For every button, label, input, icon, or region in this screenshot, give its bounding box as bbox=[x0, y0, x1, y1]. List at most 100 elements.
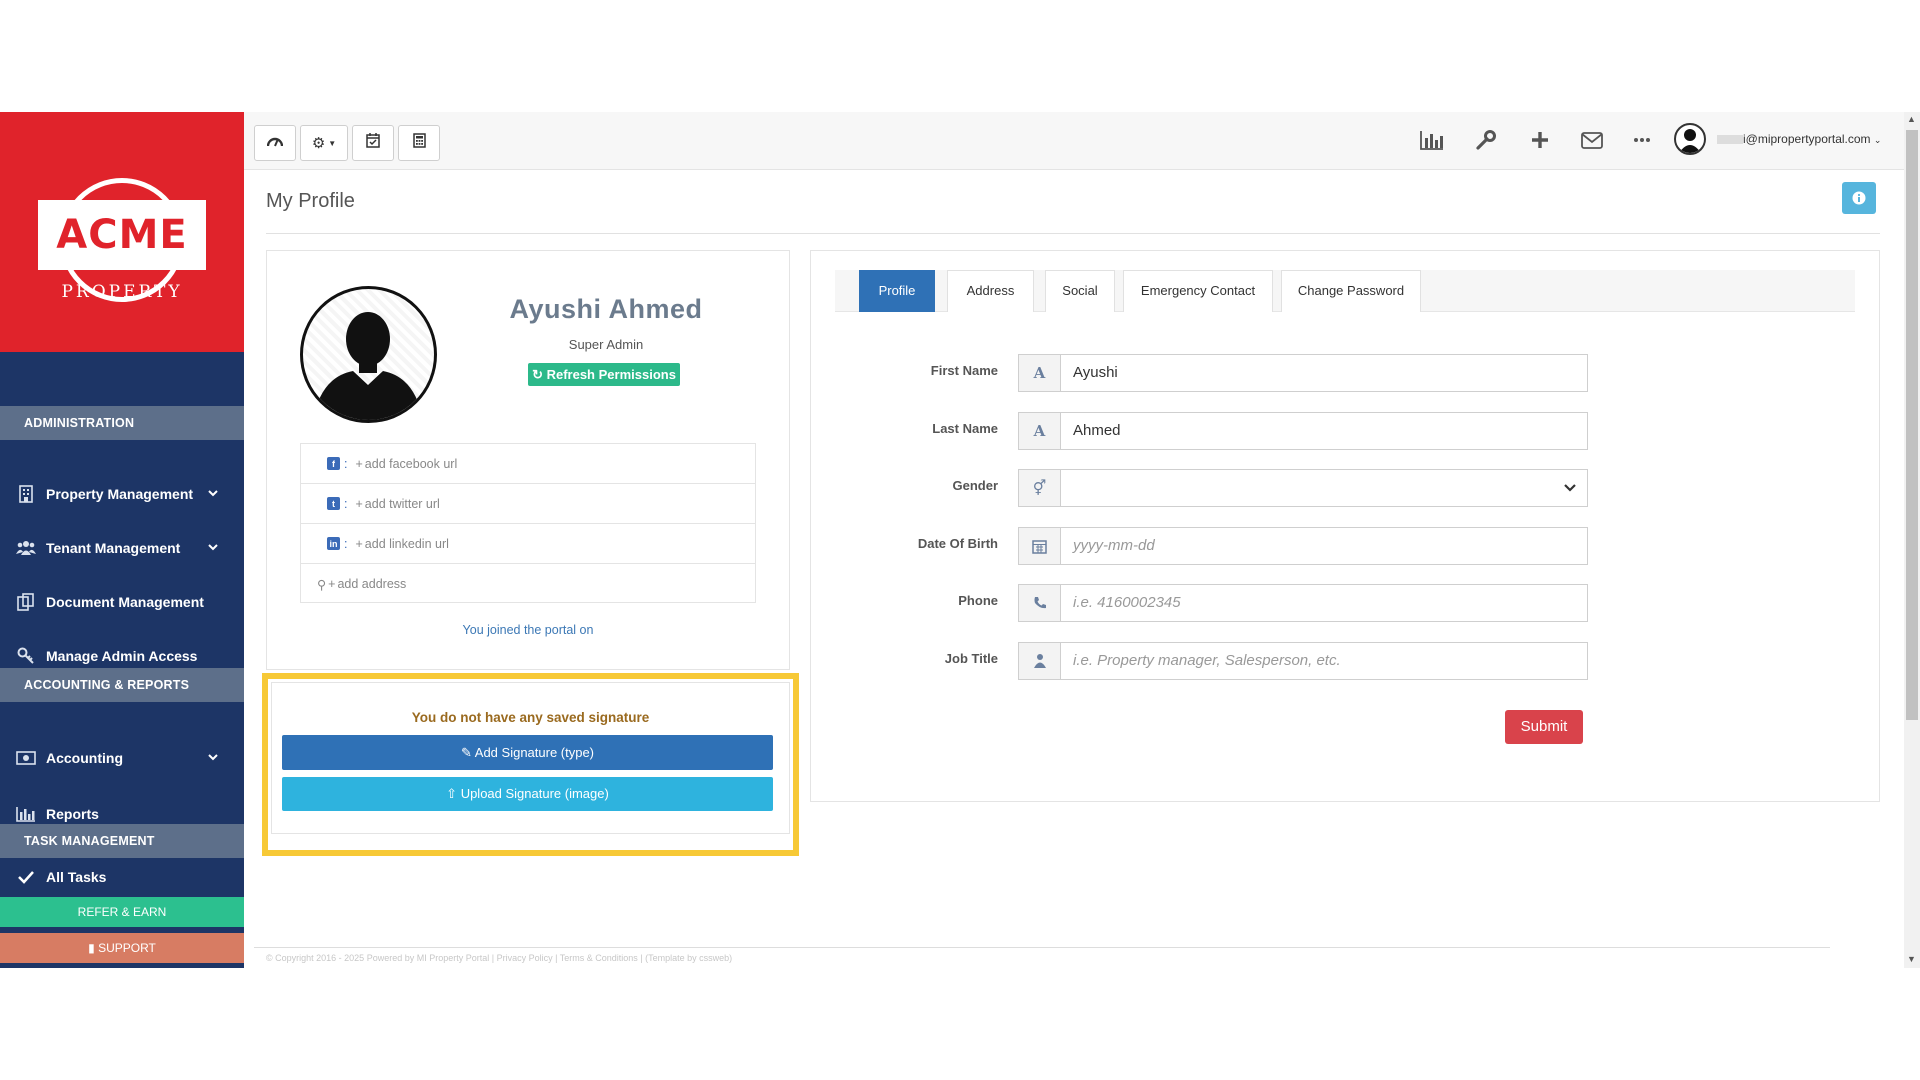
add-signature-button[interactable]: ✎ Add Signature (type) bbox=[282, 735, 773, 770]
sitemap-icon bbox=[1018, 642, 1060, 680]
last-name-input[interactable]: Ahmed bbox=[1060, 412, 1588, 450]
sidebar-item-label: All Tasks bbox=[46, 869, 107, 885]
calendar-button[interactable] bbox=[352, 125, 394, 161]
money-icon bbox=[16, 748, 36, 768]
sidebar-item-property-management[interactable]: Property Management bbox=[0, 468, 244, 520]
gear-icon: ⚙ bbox=[311, 135, 326, 152]
sidebar-item-label: Document Management bbox=[46, 594, 204, 610]
settings-dropdown-button[interactable]: ⚙ ▼ bbox=[300, 125, 348, 161]
plus-icon: + bbox=[355, 536, 363, 551]
logo-text: ACME bbox=[56, 212, 188, 258]
sidebar-item-all-tasks[interactable]: All Tasks bbox=[0, 862, 244, 892]
sidebar: ACME PROPERTY ADMINISTRATION Property Ma… bbox=[0, 112, 244, 968]
book-icon: ▮ bbox=[88, 941, 99, 955]
key-icon bbox=[16, 646, 36, 666]
profile-role: Super Admin bbox=[568, 337, 644, 352]
tab-profile[interactable]: Profile bbox=[859, 270, 935, 312]
footer-divider bbox=[254, 947, 1830, 948]
divider bbox=[266, 233, 1880, 234]
job-title-label: Job Title bbox=[944, 651, 998, 666]
calendar-check-icon bbox=[366, 133, 380, 153]
twitter-url-row[interactable]: t: + add twitter url bbox=[301, 484, 755, 524]
dob-label: Date Of Birth bbox=[917, 536, 998, 551]
sidebar-item-label: Reports bbox=[46, 806, 99, 822]
refresh-permissions-button[interactable]: ↻ Refresh Permissions bbox=[528, 363, 680, 386]
phone-label: Phone bbox=[958, 593, 998, 608]
upload-icon: ⇧ bbox=[446, 786, 458, 801]
sidebar-item-label: Accounting bbox=[46, 750, 123, 766]
plus-icon: + bbox=[355, 456, 363, 471]
nav-section-task-management: TASK MANAGEMENT bbox=[0, 824, 244, 858]
sidebar-item-accounting[interactable]: Accounting bbox=[0, 732, 244, 784]
profile-avatar[interactable] bbox=[300, 286, 437, 423]
scroll-up-icon[interactable]: ▲ bbox=[1907, 114, 1916, 124]
first-name-input[interactable]: Ayushi bbox=[1060, 354, 1588, 392]
upload-signature-button[interactable]: ⇧ Upload Signature (image) bbox=[282, 777, 773, 811]
logo-subtitle: PROPERTY bbox=[61, 282, 183, 302]
documents-icon bbox=[16, 592, 36, 612]
logo-area: ACME PROPERTY bbox=[0, 112, 244, 352]
facebook-url-row[interactable]: f: + add facebook url bbox=[301, 444, 755, 484]
reports-chart-icon[interactable] bbox=[1418, 126, 1446, 154]
tab-social[interactable]: Social bbox=[1045, 270, 1115, 312]
refresh-label: Refresh Permissions bbox=[546, 367, 676, 382]
plus-icon[interactable] bbox=[1526, 126, 1554, 154]
address-row[interactable]: ⚲ + add address bbox=[301, 564, 755, 604]
submit-button[interactable]: Submit bbox=[1505, 710, 1583, 744]
gender-icon: ⚥ bbox=[1018, 469, 1060, 507]
address-label: add address bbox=[337, 577, 407, 591]
page-title: My Profile bbox=[266, 190, 355, 212]
font-icon: A bbox=[1018, 412, 1060, 450]
sidebar-item-tenant-management[interactable]: Tenant Management bbox=[0, 522, 244, 574]
logo[interactable]: ACME bbox=[38, 200, 206, 270]
scrollbar-thumb[interactable] bbox=[1906, 130, 1918, 720]
chevron-down-icon bbox=[206, 540, 220, 554]
phone-input[interactable]: i.e. 4160002345 bbox=[1060, 584, 1588, 622]
calculator-button[interactable] bbox=[398, 125, 440, 161]
sidebar-item-label: Property Management bbox=[46, 486, 194, 502]
dob-input[interactable]: yyyy-mm-dd bbox=[1060, 527, 1588, 565]
sidebar-item-document-management[interactable]: Document Management bbox=[0, 576, 244, 628]
edit-icon: ✎ bbox=[460, 745, 472, 760]
app-window: ACME PROPERTY ADMINISTRATION Property Ma… bbox=[0, 112, 1920, 968]
scroll-down-icon[interactable]: ▼ bbox=[1907, 954, 1916, 964]
wrench-icon[interactable] bbox=[1472, 126, 1500, 154]
info-icon bbox=[1852, 191, 1866, 205]
phone-icon bbox=[1018, 584, 1060, 622]
bar-chart-icon bbox=[16, 804, 36, 824]
more-icon[interactable] bbox=[1628, 126, 1656, 154]
support-button[interactable]: ▮ SUPPORT bbox=[0, 933, 244, 963]
facebook-icon: f bbox=[327, 457, 340, 470]
refer-earn-button[interactable]: REFER & EARN bbox=[0, 897, 244, 927]
info-button[interactable] bbox=[1842, 182, 1876, 214]
check-icon bbox=[16, 867, 36, 887]
refresh-icon: ↻ bbox=[532, 367, 543, 382]
social-links-list: f: + add facebook url t: + add twitter url… bbox=[300, 443, 756, 603]
linkedin-url-row[interactable]: in: + add linkedin url bbox=[301, 524, 755, 564]
redacted-block bbox=[1717, 135, 1743, 145]
calendar-icon bbox=[1018, 527, 1060, 565]
plus-icon: + bbox=[355, 496, 363, 511]
nav-section-accounting-reports: ACCOUNTING & REPORTS bbox=[0, 668, 244, 702]
dashboard-button[interactable] bbox=[254, 125, 296, 161]
job-title-input[interactable]: i.e. Property manager, Salesperson, etc. bbox=[1060, 642, 1588, 680]
first-name-label: First Name bbox=[930, 363, 998, 378]
calculator-icon bbox=[412, 133, 426, 153]
users-icon bbox=[16, 538, 36, 558]
tab-emergency-contact[interactable]: Emergency Contact bbox=[1123, 270, 1273, 312]
tab-address[interactable]: Address bbox=[947, 270, 1034, 312]
user-menu[interactable]: i@mipropertyportal.com ⌄ bbox=[1717, 132, 1881, 146]
gender-select[interactable] bbox=[1060, 469, 1588, 507]
gender-label: Gender bbox=[952, 478, 998, 493]
profile-name: Ayushi Ahmed bbox=[509, 294, 703, 324]
nav-section-administration: ADMINISTRATION bbox=[0, 406, 244, 440]
chevron-down-icon bbox=[206, 750, 220, 764]
envelope-icon[interactable] bbox=[1578, 126, 1606, 154]
font-icon: A bbox=[1018, 354, 1060, 392]
sidebar-item-label: Manage Admin Access bbox=[46, 648, 198, 664]
twitter-url-label: add twitter url bbox=[364, 496, 440, 511]
footer-copyright: © Copyright 2016 - 2025 Powered by MI Pr… bbox=[266, 953, 733, 963]
page-scrollbar[interactable]: ▲ ▼ bbox=[1904, 112, 1920, 968]
user-avatar[interactable] bbox=[1674, 123, 1706, 155]
tab-change-password[interactable]: Change Password bbox=[1281, 270, 1421, 312]
